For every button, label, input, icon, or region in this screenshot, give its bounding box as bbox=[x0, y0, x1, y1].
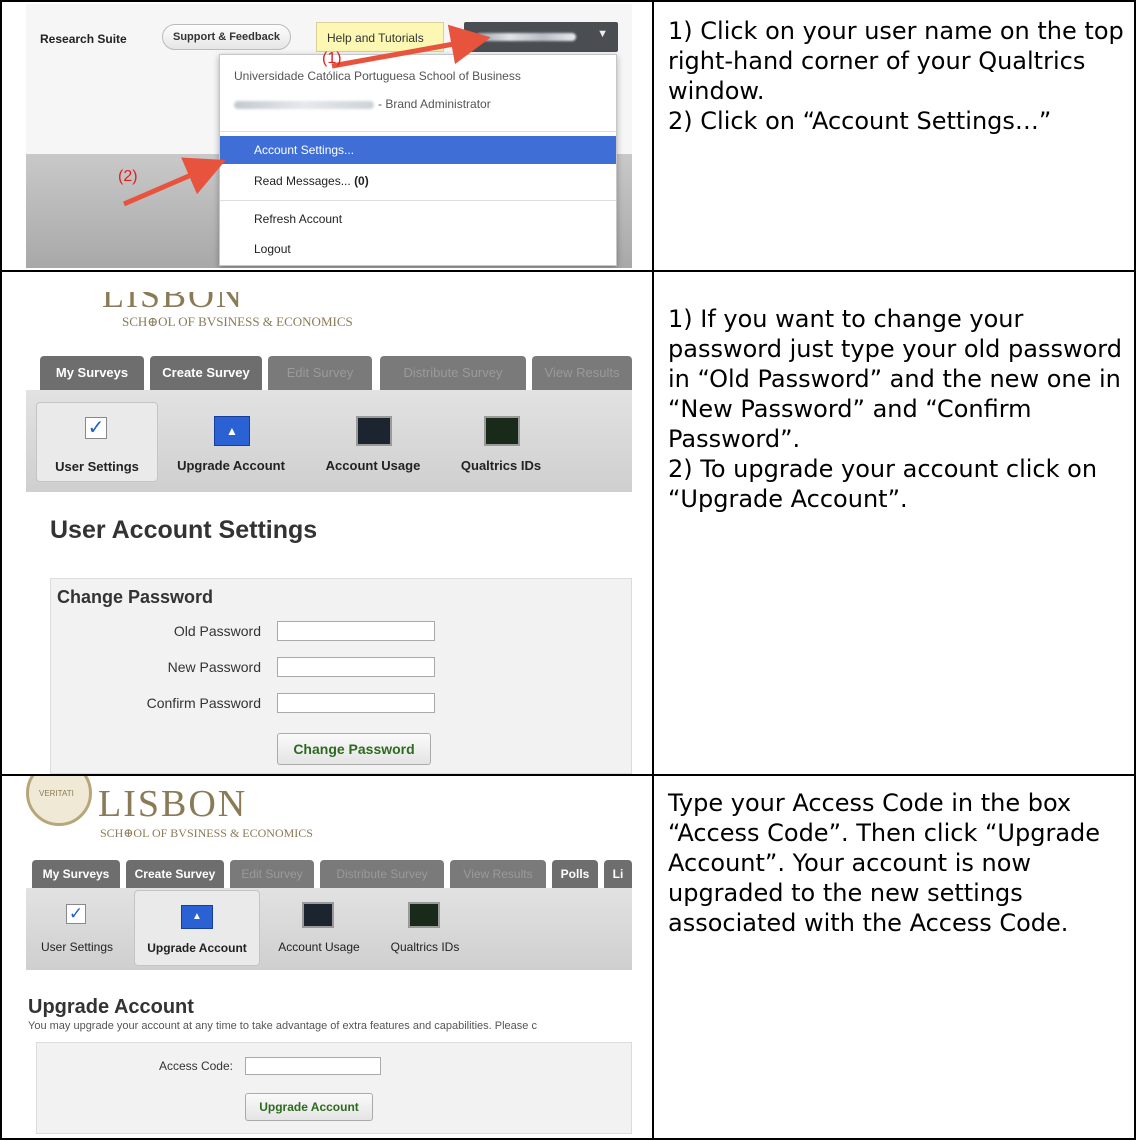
instruction-step: 2) Click on “Account Settings…” bbox=[668, 107, 1052, 135]
page-title: Upgrade Account bbox=[28, 996, 194, 1018]
checkbox-icon: ✓ bbox=[85, 417, 107, 439]
instruction-text-3: Type your Access Code in the box “Access… bbox=[668, 788, 1136, 938]
instruction-step: 1) If you want to change your password j… bbox=[668, 305, 1122, 453]
confirm-password-input[interactable] bbox=[277, 693, 435, 713]
upgrade-account-button[interactable]: Upgrade Account bbox=[245, 1093, 373, 1121]
settings-subnav: ✓ User Settings ▲ Upgrade Account Accoun… bbox=[26, 390, 632, 492]
id-terminal-icon bbox=[484, 416, 520, 446]
instruction-step: Type your Access Code in the box “Access… bbox=[668, 789, 1101, 937]
logo-subtitle: SCH⊕OL OF BVSINESS & ECONOMICS bbox=[100, 826, 313, 840]
subnav-upgrade-account[interactable]: ▲ Upgrade Account bbox=[164, 402, 298, 482]
row-divider bbox=[2, 270, 1134, 272]
survey-tabs: My Surveys Create Survey Edit Survey Dis… bbox=[26, 858, 632, 888]
subnav-user-settings[interactable]: ✓ User Settings bbox=[30, 896, 124, 962]
change-password-panel: Change Password Old Password New Passwor… bbox=[50, 578, 632, 774]
tab-library[interactable]: Li bbox=[604, 860, 632, 888]
confirm-password-label: Confirm Password bbox=[146, 695, 261, 711]
access-code-input[interactable] bbox=[245, 1057, 381, 1075]
instruction-text-2: 1) If you want to change your password j… bbox=[668, 304, 1136, 514]
logo-text: LISBON bbox=[98, 783, 248, 825]
instruction-step: 2) To upgrade your account click on “Upg… bbox=[668, 455, 1098, 513]
tab-view-results: View Results bbox=[532, 356, 632, 390]
column-divider bbox=[652, 2, 654, 1138]
page-description: You may upgrade your account at any time… bbox=[28, 1020, 537, 1032]
tab-view-results: View Results bbox=[450, 860, 546, 888]
activity-monitor-icon bbox=[356, 416, 392, 446]
annotation-arrows bbox=[123, 24, 491, 207]
section-title: Change Password bbox=[57, 587, 214, 607]
new-password-input[interactable] bbox=[277, 657, 435, 677]
instruction-table: Research Suite Support & Feedback Help a… bbox=[0, 0, 1136, 1140]
page-title: User Account Settings bbox=[50, 516, 318, 544]
subnav-qualtrics-ids[interactable]: Qualtrics IDs bbox=[378, 896, 472, 962]
tab-polls[interactable]: Polls bbox=[552, 860, 598, 888]
change-password-button[interactable]: Change Password bbox=[277, 733, 431, 765]
survey-tabs: My Surveys Create Survey Edit Survey Dis… bbox=[26, 356, 632, 390]
subnav-account-usage[interactable]: Account Usage bbox=[268, 896, 370, 962]
access-code-label: Access Code: bbox=[158, 1059, 233, 1073]
checkbox-icon: ✓ bbox=[66, 904, 86, 924]
logo-text: LISBON bbox=[102, 292, 245, 315]
instruction-text-1: 1) Click on your user name on the top ri… bbox=[668, 16, 1136, 136]
tab-edit-survey: Edit Survey bbox=[268, 356, 372, 390]
tab-create-survey[interactable]: Create Survey bbox=[150, 356, 262, 390]
tab-create-survey[interactable]: Create Survey bbox=[126, 860, 224, 888]
access-code-panel: Access Code: Upgrade Account bbox=[36, 1042, 632, 1134]
university-seal: VERITATI bbox=[26, 776, 92, 826]
activity-monitor-icon bbox=[302, 902, 334, 928]
logo-subtitle: SCH⊕OL OF BVSINESS & ECONOMICS bbox=[122, 314, 353, 329]
old-password-label: Old Password bbox=[173, 623, 261, 639]
new-password-label: New Password bbox=[167, 659, 261, 675]
subnav-user-settings[interactable]: ✓ User Settings bbox=[36, 402, 158, 482]
subnav-account-usage[interactable]: Account Usage bbox=[308, 402, 438, 482]
old-password-input[interactable] bbox=[277, 621, 435, 641]
annotation-label-2: (2) bbox=[118, 168, 138, 185]
screenshot-upgrade-account: VERITATI LISBON SCH⊕OL OF BVSINESS & ECO… bbox=[26, 776, 632, 1138]
subnav-upgrade-account[interactable]: ▲ Upgrade Account bbox=[134, 890, 260, 966]
tab-distribute-survey: Distribute Survey bbox=[380, 356, 526, 390]
subnav-qualtrics-ids[interactable]: Qualtrics IDs bbox=[446, 402, 556, 482]
upload-arrow-icon: ▲ bbox=[181, 905, 213, 929]
tab-distribute-survey: Distribute Survey bbox=[320, 860, 444, 888]
tab-edit-survey: Edit Survey bbox=[230, 860, 314, 888]
tab-my-surveys[interactable]: My Surveys bbox=[32, 860, 120, 888]
tab-my-surveys[interactable]: My Surveys bbox=[40, 356, 144, 390]
upload-arrow-icon: ▲ bbox=[214, 416, 250, 446]
arrow-1 bbox=[331, 24, 491, 69]
instruction-step: 1) Click on your user name on the top ri… bbox=[668, 17, 1124, 105]
annotation-label-1: (1) bbox=[322, 50, 342, 67]
id-terminal-icon bbox=[408, 902, 440, 928]
screenshot-user-menu: Research Suite Support & Feedback Help a… bbox=[26, 4, 632, 268]
settings-subnav: ✓ User Settings ▲ Upgrade Account Accoun… bbox=[26, 888, 632, 970]
screenshot-user-settings: LISBON SCH⊕OL OF BVSINESS & ECONOMICS My… bbox=[26, 292, 632, 774]
